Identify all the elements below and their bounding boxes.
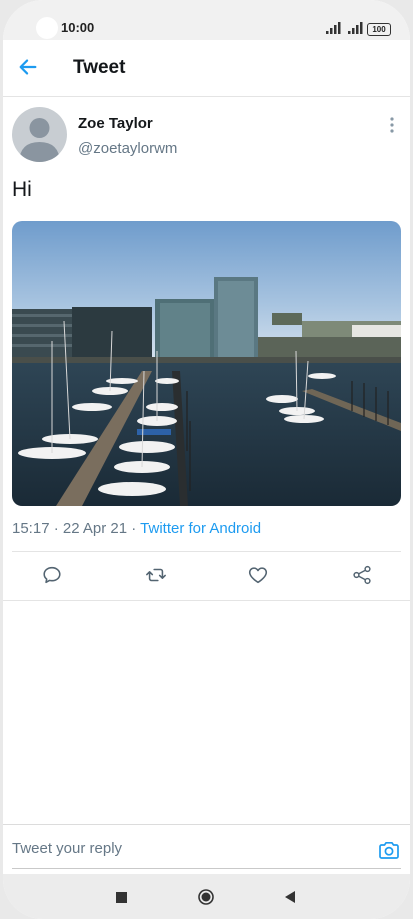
camera-cutout (36, 17, 58, 39)
camera-icon[interactable] (377, 838, 401, 862)
tweet-text: Hi (12, 178, 32, 201)
default-avatar-icon (19, 118, 60, 162)
system-nav-bar (3, 874, 410, 919)
tweet-timestamp: 15:17 · 22 Apr 21 · (12, 520, 141, 537)
arrow-left-icon[interactable] (17, 56, 39, 78)
recent-apps-icon[interactable] (116, 892, 127, 903)
signal-icon (326, 22, 341, 34)
avatar[interactable] (12, 107, 67, 162)
tweet-meta: 15:17 · 22 Apr 21 · Twitter for Android (12, 520, 261, 537)
divider (3, 600, 410, 601)
page-title: Tweet (73, 57, 126, 78)
back-nav-icon[interactable] (284, 891, 296, 903)
battery-icon: 100 (367, 23, 391, 36)
reply-underline (12, 868, 401, 869)
home-icon[interactable] (198, 889, 214, 905)
phone-screen: 10:00 100 Tweet Zoe Taylor @zoetaylorwm … (3, 0, 410, 919)
status-bar: 10:00 100 (3, 0, 410, 40)
reply-input[interactable] (12, 832, 362, 864)
share-icon[interactable] (351, 564, 373, 586)
tweet-source-link[interactable]: Twitter for Android (140, 520, 261, 537)
more-vertical-icon[interactable] (384, 116, 400, 134)
divider (12, 551, 401, 552)
top-app-bar: Tweet (3, 40, 410, 97)
marina-photo (12, 221, 401, 506)
heart-icon[interactable] (247, 564, 269, 586)
signal-icon-2 (348, 22, 363, 34)
retweet-icon[interactable] (145, 564, 167, 586)
tweet-image[interactable] (12, 221, 401, 506)
author-name[interactable]: Zoe Taylor (78, 115, 153, 132)
status-time: 10:00 (61, 20, 95, 35)
author-handle[interactable]: @zoetaylorwm (78, 140, 177, 157)
comment-icon[interactable] (41, 564, 63, 586)
